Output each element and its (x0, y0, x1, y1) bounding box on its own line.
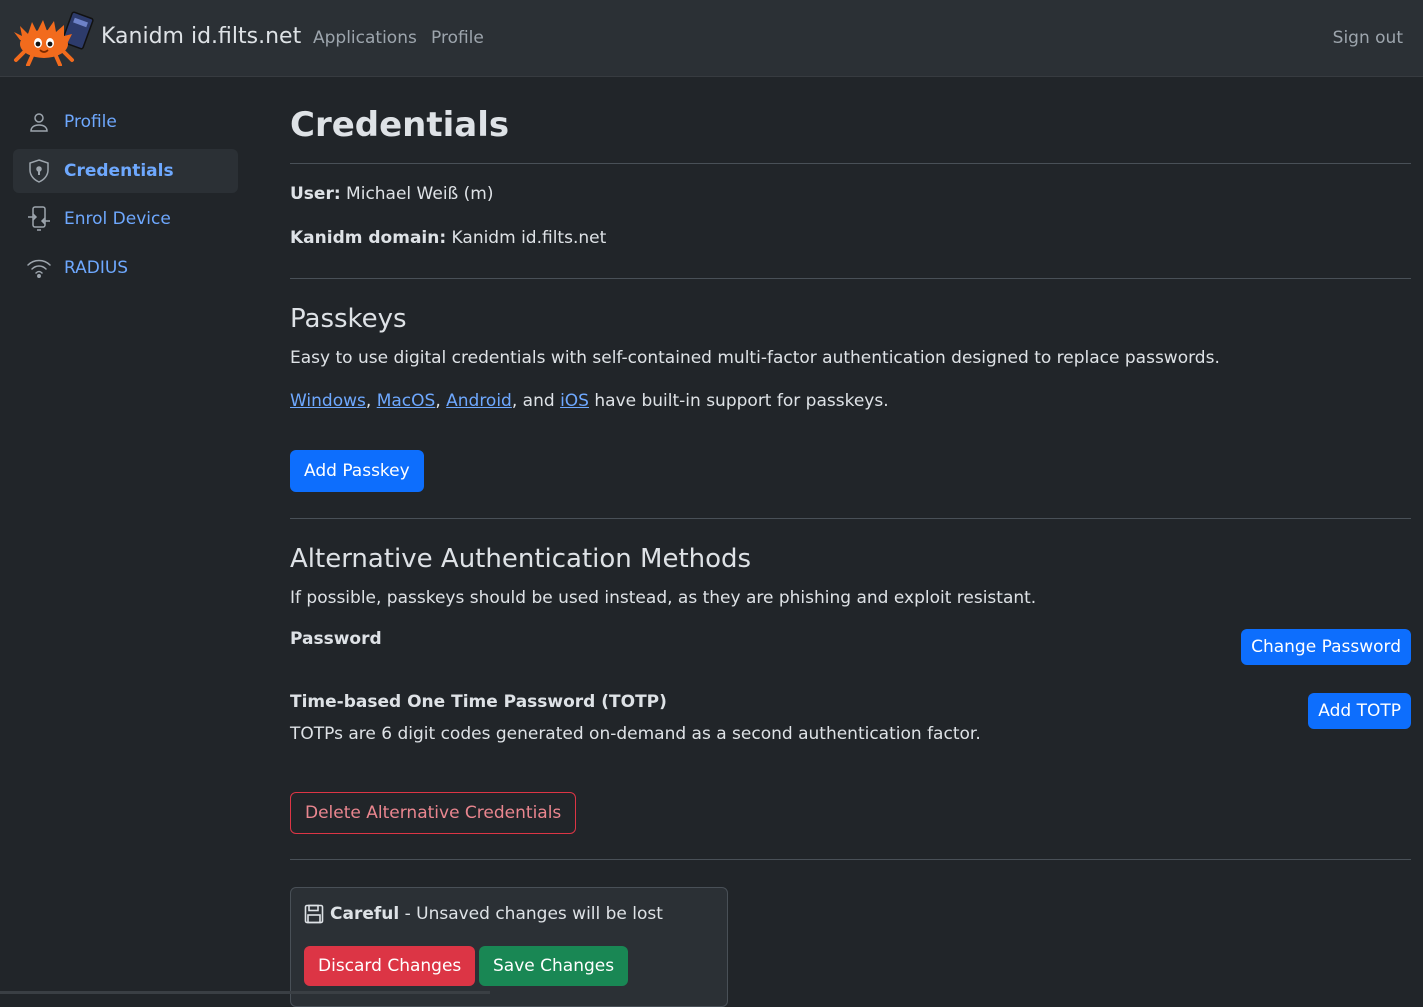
user-label: User: (290, 184, 341, 204)
sidebar-item-label: Enrol Device (64, 209, 171, 229)
user-value: Michael Weiß (m) (346, 184, 494, 204)
sidebar-item-profile[interactable]: Profile (13, 100, 238, 144)
unsaved-warning: Careful - Unsaved changes will be lost (304, 904, 663, 924)
sidebar-item-label: Profile (64, 112, 117, 132)
separator: , (365, 391, 372, 411)
person-icon (25, 108, 53, 136)
android-link[interactable]: Android (446, 391, 512, 411)
divider (290, 278, 1411, 279)
separator: , and (511, 391, 555, 411)
passkey-platforms: Windows, MacOS, Android, and iOS have bu… (290, 391, 889, 411)
page-title: Credentials (290, 105, 510, 145)
unsaved-changes-panel: Careful - Unsaved changes will be lost D… (290, 887, 728, 1007)
password-label: Password (290, 629, 382, 649)
unsaved-message: - Unsaved changes will be lost (399, 904, 663, 924)
totp-description: TOTPs are 6 digit codes generated on-dem… (290, 724, 981, 744)
sign-out-link[interactable]: Sign out (1333, 28, 1403, 48)
device-icon (25, 205, 53, 233)
nav-profile[interactable]: Profile (431, 28, 484, 48)
domain-value: Kanidm id.filts.net (451, 228, 607, 248)
alternative-methods-heading: Alternative Authentication Methods (290, 544, 752, 574)
nav-applications[interactable]: Applications (313, 28, 417, 48)
macos-link[interactable]: MacOS (377, 391, 436, 411)
sidebar-item-enrol-device[interactable]: Enrol Device (13, 197, 238, 241)
kanidm-crab-logo[interactable] (10, 10, 94, 66)
shield-icon (25, 157, 53, 185)
sidebar-item-credentials[interactable]: Credentials (13, 148, 238, 193)
passkeys-description: Easy to use digital credentials with sel… (290, 348, 1220, 368)
totp-label: Time-based One Time Password (TOTP) (290, 692, 667, 712)
ios-link[interactable]: iOS (560, 391, 589, 411)
sidebar-item-label: RADIUS (64, 257, 129, 278)
sidebar-item-label: Credentials (64, 160, 174, 181)
alternative-description: If possible, passkeys should be used ins… (290, 588, 1037, 608)
change-password-button[interactable]: Change Password (1241, 629, 1411, 665)
add-totp-button[interactable]: Add TOTP (1308, 693, 1411, 729)
careful-label: Careful (330, 904, 400, 924)
save-changes-button[interactable]: Save Changes (479, 946, 629, 986)
domain-info: Kanidm domain: Kanidm id.filts.net (290, 228, 606, 248)
divider (290, 518, 1411, 519)
divider (290, 859, 1411, 860)
brand-title[interactable]: Kanidm id.filts.net (101, 24, 301, 49)
wifi-icon (25, 254, 53, 282)
save-icon (304, 904, 324, 924)
delete-alternative-credentials-button[interactable]: Delete Alternative Credentials (290, 792, 577, 834)
sidebar: Profile Credentials Enrol Device RADIUS (13, 100, 238, 294)
passkeys-heading: Passkeys (290, 304, 407, 334)
separator: , (435, 391, 441, 411)
support-text: have built-in support for passkeys. (594, 391, 889, 411)
divider (290, 163, 1411, 164)
add-passkey-button[interactable]: Add Passkey (290, 450, 424, 492)
top-navbar: Kanidm id.filts.net Applications Profile… (0, 0, 1423, 77)
domain-label: Kanidm domain: (290, 228, 447, 248)
discard-changes-button[interactable]: Discard Changes (304, 946, 476, 986)
user-info: User: Michael Weiß (m) (290, 184, 494, 204)
sidebar-item-radius[interactable]: RADIUS (13, 246, 238, 290)
windows-link[interactable]: Windows (290, 391, 366, 411)
